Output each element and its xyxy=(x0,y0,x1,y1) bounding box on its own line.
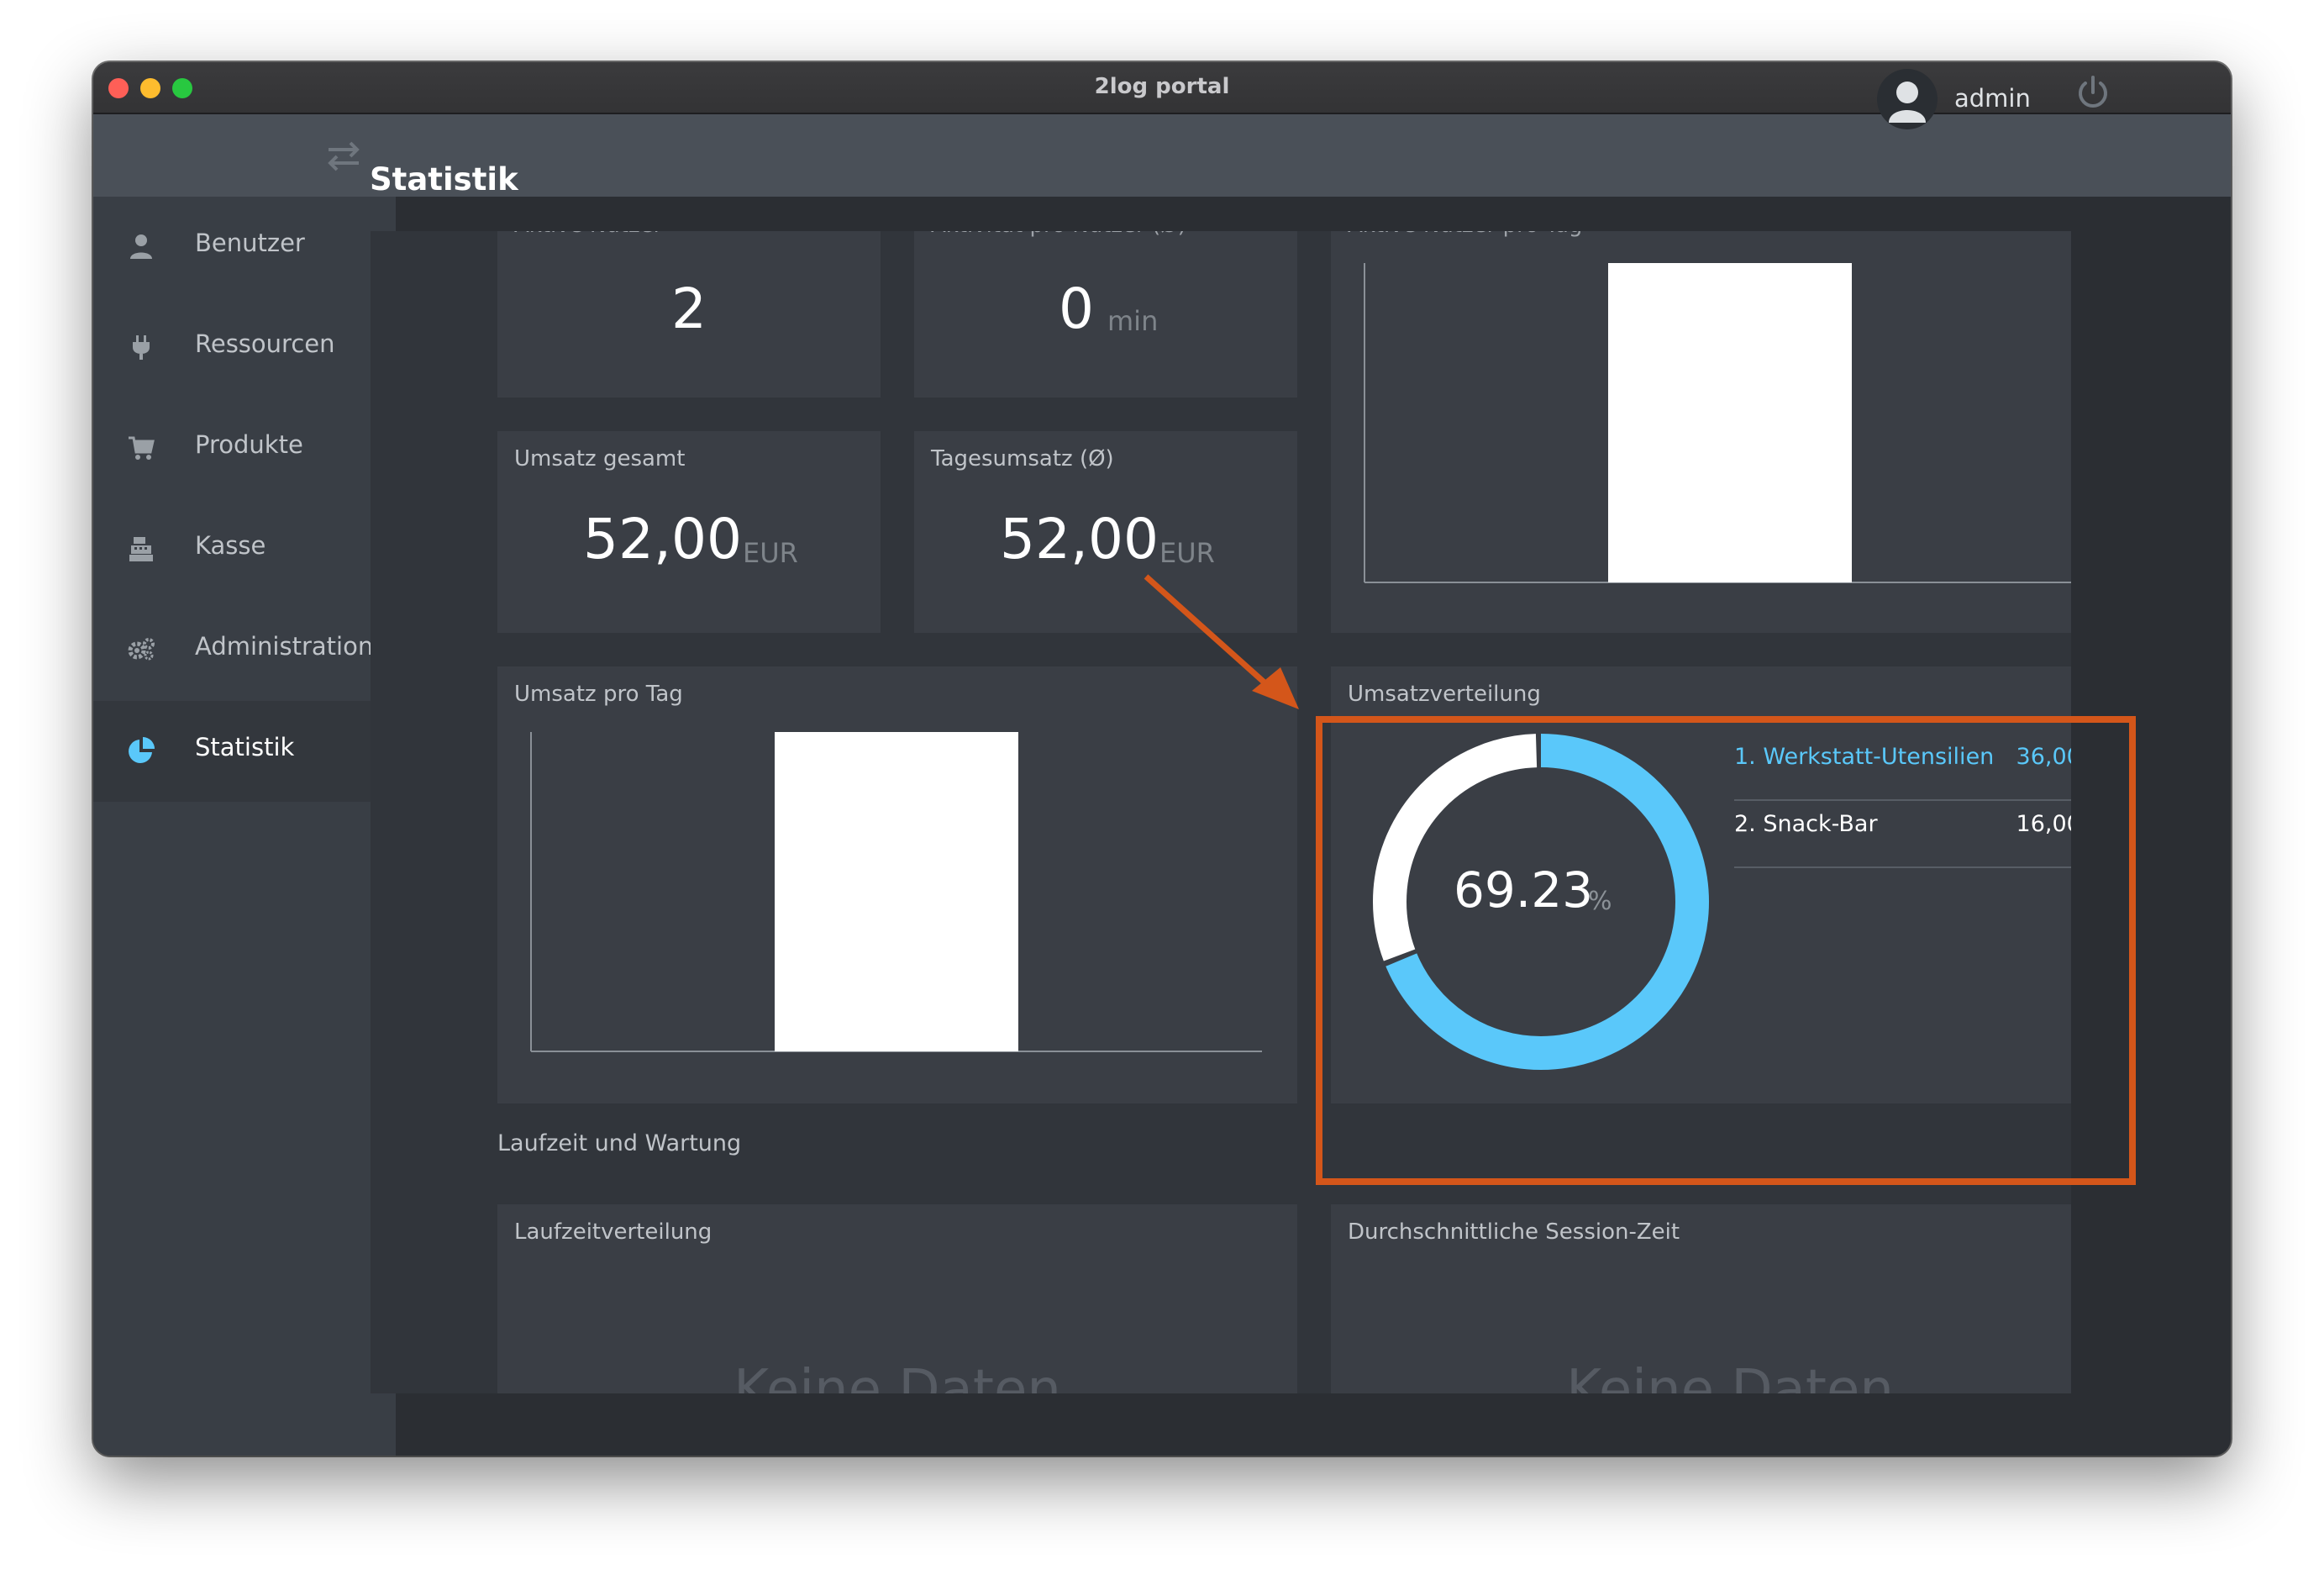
sidebar-item-ressourcen[interactable]: Ressourcen xyxy=(93,298,396,398)
card-label: Umsatz gesamt xyxy=(514,446,686,471)
sidebar-item-label: Ressourcen xyxy=(195,329,335,358)
stat-unit: EUR xyxy=(1159,537,1215,569)
card-label: Tagesumsatz (Ø) xyxy=(931,446,1114,471)
empty-state-text: Keine Daten xyxy=(1566,1359,1894,1393)
statistics-content: Aktive Nutzer 2 Aktivität pro Nutzer (Ø)… xyxy=(371,231,2071,1393)
sidebar-item-label: Kasse xyxy=(195,531,266,560)
section-title: Laufzeit und Wartung xyxy=(497,1130,742,1156)
card-aktive-nutzer-pro-tag: Aktive Nutzer pro Tag xyxy=(1331,231,2071,633)
pie-chart-icon xyxy=(129,737,155,763)
card-tagesumsatz: Tagesumsatz (Ø) 52,00 EUR xyxy=(914,431,1297,633)
card-label: Laufzeitverteilung xyxy=(514,1219,712,1245)
stat-unit: EUR xyxy=(743,537,798,569)
user-icon xyxy=(130,234,152,259)
bar xyxy=(1608,263,1852,582)
card-label: Durchschnittliche Session-Zeit xyxy=(1348,1219,1680,1245)
sidebar-item-administration[interactable]: Administration xyxy=(93,600,396,701)
cart-icon xyxy=(129,436,155,460)
sidebar-item-label: Administration xyxy=(195,632,374,661)
sidebar-item-kasse[interactable]: Kasse xyxy=(93,499,396,600)
bar xyxy=(775,732,1018,1051)
plug-icon xyxy=(133,335,150,360)
cash-register-icon xyxy=(129,537,153,561)
legend-item-value: 36,00€ xyxy=(2016,744,2071,770)
card-label: Aktivität pro Nutzer (Ø) xyxy=(931,231,1186,238)
sidebar-item-produkte[interactable]: Produkte xyxy=(93,398,396,499)
card-session-zeit: Durchschnittliche Session-Zeit Keine Dat… xyxy=(1331,1204,2071,1393)
card-umsatz-gesamt: Umsatz gesamt 52,00 EUR xyxy=(497,431,881,633)
stat-value: 52,00 xyxy=(1000,507,1159,571)
legend-item-value: 16,00€ xyxy=(2016,811,2071,837)
sidebar-item-benutzer[interactable]: Benutzer xyxy=(93,197,396,298)
legend: 1. Werkstatt-Utensilien 36,00€ 2. Snack-… xyxy=(1734,732,2071,900)
gears-icon xyxy=(128,638,155,661)
stat-value: 0 xyxy=(1059,276,1094,341)
empty-state-text: Keine Daten xyxy=(733,1359,1061,1393)
sidebar-item-label: Produkte xyxy=(195,430,303,459)
legend-item[interactable]: 2. Snack-Bar 16,00€ xyxy=(1734,799,2071,868)
stat-unit: min xyxy=(1107,305,1159,337)
donut-center-unit: % xyxy=(1588,887,1612,916)
avatar[interactable] xyxy=(1877,69,1938,129)
power-icon[interactable] xyxy=(2074,74,2112,113)
card-aktive-nutzer: Aktive Nutzer 2 xyxy=(497,231,881,398)
legend-item[interactable]: 1. Werkstatt-Utensilien 36,00€ xyxy=(1734,732,2071,801)
sidebar: Benutzer Ressourcen Produkte Kasse Admin… xyxy=(93,197,396,1456)
sidebar-item-label: Benutzer xyxy=(195,229,305,257)
page-title: Statistik xyxy=(370,161,518,198)
card-laufzeitverteilung: Laufzeitverteilung Keine Daten xyxy=(497,1204,1297,1393)
user-avatar-icon xyxy=(1889,82,1926,123)
legend-item-name: 2. Snack-Bar xyxy=(1734,811,1878,837)
card-umsatz-pro-tag: Umsatz pro Tag xyxy=(497,666,1297,1103)
card-label: Aktive Nutzer xyxy=(514,231,662,238)
current-user-name[interactable]: admin xyxy=(1954,84,2031,113)
chart-umsatz-pro-tag xyxy=(530,732,1262,1052)
card-umsatzverteilung: Umsatzverteilung 69.23 % 1. Werkstatt-Ut… xyxy=(1331,666,2071,1103)
chart-aktive-nutzer-pro-tag xyxy=(1364,263,2071,583)
card-aktivitaet: Aktivität pro Nutzer (Ø) 0 min xyxy=(914,231,1297,398)
sidebar-item-statistik[interactable]: Statistik xyxy=(93,701,396,802)
swap-arrows-icon[interactable] xyxy=(325,140,362,173)
legend-item-name: 1. Werkstatt-Utensilien xyxy=(1734,744,1995,770)
donut-center-value: 69.23 xyxy=(1454,861,1594,919)
stat-value: 2 xyxy=(671,276,707,341)
stat-value: 52,00 xyxy=(583,507,742,571)
sidebar-item-label: Statistik xyxy=(195,733,295,761)
